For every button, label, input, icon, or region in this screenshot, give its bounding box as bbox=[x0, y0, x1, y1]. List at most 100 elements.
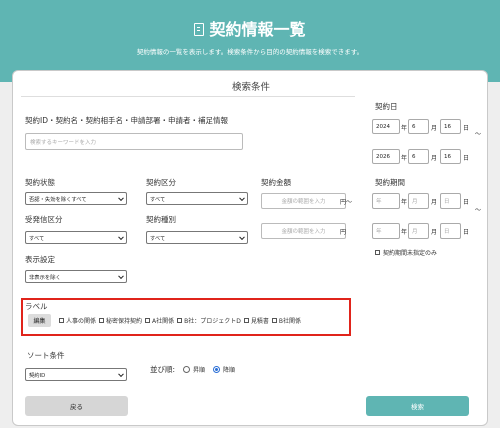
category-label: 契約区分 bbox=[146, 178, 176, 187]
send-receive-select[interactable]: すべて bbox=[25, 231, 127, 244]
page-subtitle: 契約情報の一覧を表示します。検索条件から目的の契約情報を検索できます。 bbox=[136, 48, 364, 56]
period-from-day[interactable]: 日 bbox=[440, 193, 461, 209]
checkbox-icon bbox=[145, 318, 151, 323]
month-unit: 月 bbox=[431, 125, 438, 132]
label-checkboxes: 人事の関係 秘密保持契約 A社関係 B社：プロジェクトD 見積書 B社関係 bbox=[59, 316, 304, 325]
year-unit: 年 bbox=[401, 155, 408, 162]
sort-select[interactable]: 契約ID bbox=[25, 368, 127, 381]
label-checkbox-text: 見積書 bbox=[250, 318, 269, 325]
label-checkbox[interactable]: 見積書 bbox=[243, 316, 269, 325]
contract-date-from-year[interactable]: 2024 bbox=[372, 119, 400, 134]
contract-date-to-month[interactable]: 6 bbox=[408, 149, 429, 164]
status-label: 契約状態 bbox=[25, 178, 55, 187]
chevron-down-icon bbox=[239, 194, 245, 201]
sort-asc-label: 昇順 bbox=[193, 367, 206, 374]
date-range-sep: 〜 bbox=[475, 131, 482, 138]
day-unit: 日 bbox=[463, 199, 470, 206]
status-select-value: 否認・失効を除くすべて bbox=[29, 196, 87, 203]
period-range-sep: 〜 bbox=[475, 207, 482, 214]
label-section: ラベル 編集 人事の関係 秘密保持契約 A社関係 B社：プロジェクトD 見積書 … bbox=[21, 298, 351, 336]
sort-desc-radio[interactable]: 降順 bbox=[213, 365, 235, 374]
category-select-value: すべて bbox=[150, 196, 166, 203]
label-checkbox-text: A社関係 bbox=[152, 318, 175, 325]
checkbox-icon bbox=[177, 318, 183, 323]
sort-desc-label: 降順 bbox=[223, 367, 236, 374]
amount-unit: 円 bbox=[340, 229, 347, 236]
label-checkbox[interactable]: B社：プロジェクトD bbox=[177, 316, 241, 325]
label-checkbox[interactable]: B社関係 bbox=[271, 316, 302, 325]
keyword-label: 契約ID・契約名・契約相手名・申請部署・申請者・補足情報 bbox=[25, 116, 228, 125]
checkbox-icon bbox=[271, 318, 277, 323]
label-checkbox-text: B社関係 bbox=[278, 318, 302, 325]
type-label: 契約種別 bbox=[146, 215, 176, 224]
labels-label: ラベル bbox=[25, 302, 48, 311]
period-from-month[interactable]: 月 bbox=[408, 193, 429, 209]
year-unit: 年 bbox=[401, 229, 408, 236]
label-checkbox[interactable]: 人事の関係 bbox=[59, 316, 96, 325]
period-to-year[interactable]: 年 bbox=[372, 223, 400, 239]
chevron-down-icon bbox=[239, 233, 245, 240]
contract-date-from-day[interactable]: 16 bbox=[440, 119, 461, 134]
page-title: 契約情報一覧 bbox=[0, 16, 500, 40]
edit-labels-button[interactable]: 編集 bbox=[28, 314, 51, 327]
day-unit: 日 bbox=[463, 155, 470, 162]
day-unit: 日 bbox=[463, 125, 470, 132]
amount-min-input[interactable]: 金額の範囲を入力 bbox=[261, 193, 346, 209]
month-unit: 月 bbox=[431, 199, 438, 206]
period-to-day[interactable]: 日 bbox=[440, 223, 461, 239]
search-button[interactable]: 検索 bbox=[366, 396, 469, 416]
label-checkbox-text: 人事の関係 bbox=[66, 318, 97, 325]
send-receive-label: 受発信区分 bbox=[25, 215, 63, 224]
chevron-down-icon bbox=[118, 272, 124, 279]
radio-icon bbox=[183, 366, 191, 373]
type-select-value: すべて bbox=[150, 235, 166, 242]
amount-max-input[interactable]: 金額の範囲を入力 bbox=[261, 223, 346, 239]
period-from-year[interactable]: 年 bbox=[372, 193, 400, 209]
clipboard-icon bbox=[194, 23, 205, 36]
sort-order: 並び順: 昇順 降順 bbox=[150, 364, 235, 375]
contract-date-label: 契約日 bbox=[375, 102, 398, 111]
label-checkbox[interactable]: 秘密保持契約 bbox=[99, 316, 142, 325]
back-button[interactable]: 戻る bbox=[25, 396, 128, 416]
checkbox-icon bbox=[243, 318, 249, 323]
checkbox-icon bbox=[375, 250, 380, 255]
display-label: 表示設定 bbox=[25, 255, 55, 264]
period-to-month[interactable]: 月 bbox=[408, 223, 429, 239]
keyword-input[interactable]: 検索するキーワードを入力 bbox=[25, 133, 243, 150]
divider bbox=[21, 96, 355, 97]
period-unspecified-checkbox[interactable]: 契約期間未指定のみ bbox=[375, 248, 437, 257]
period-unspecified-label: 契約期間未指定のみ bbox=[383, 250, 438, 257]
sort-order-label: 並び順: bbox=[150, 365, 176, 374]
page-title-text: 契約情報一覧 bbox=[209, 20, 306, 39]
checkbox-icon bbox=[59, 318, 64, 323]
contract-date-from-month[interactable]: 6 bbox=[408, 119, 429, 134]
month-unit: 月 bbox=[431, 229, 438, 236]
search-panel-title: 検索条件 bbox=[231, 82, 270, 93]
display-select-value: 非表示を除く bbox=[29, 274, 61, 281]
chevron-down-icon bbox=[118, 233, 124, 240]
search-panel: 検索条件 契約ID・契約名・契約相手名・申請部署・申請者・補足情報 検索するキー… bbox=[12, 70, 488, 426]
type-select[interactable]: すべて bbox=[146, 231, 248, 244]
amount-range-sep: 〜 bbox=[346, 199, 353, 206]
contract-date-to-day[interactable]: 16 bbox=[440, 149, 461, 164]
send-receive-select-value: すべて bbox=[29, 235, 45, 242]
day-unit: 日 bbox=[463, 229, 470, 236]
label-checkbox-text: 秘密保持契約 bbox=[106, 318, 143, 325]
checkbox-icon bbox=[99, 318, 105, 323]
sort-select-value: 契約ID bbox=[29, 372, 46, 379]
contract-date-to-year[interactable]: 2026 bbox=[372, 149, 400, 164]
amount-label: 契約金額 bbox=[261, 178, 291, 187]
chevron-down-icon bbox=[118, 194, 124, 201]
year-unit: 年 bbox=[401, 125, 408, 132]
sort-label: ソート条件 bbox=[27, 351, 65, 360]
display-select[interactable]: 非表示を除く bbox=[25, 270, 127, 283]
year-unit: 年 bbox=[401, 199, 408, 206]
label-checkbox[interactable]: A社関係 bbox=[145, 316, 174, 325]
label-checkbox-text: B社：プロジェクトD bbox=[184, 318, 241, 325]
month-unit: 月 bbox=[431, 155, 438, 162]
category-select[interactable]: すべて bbox=[146, 192, 248, 205]
sort-asc-radio[interactable]: 昇順 bbox=[183, 365, 205, 374]
radio-selected-icon bbox=[213, 366, 221, 373]
status-select[interactable]: 否認・失効を除くすべて bbox=[25, 192, 127, 205]
chevron-down-icon bbox=[118, 370, 124, 377]
